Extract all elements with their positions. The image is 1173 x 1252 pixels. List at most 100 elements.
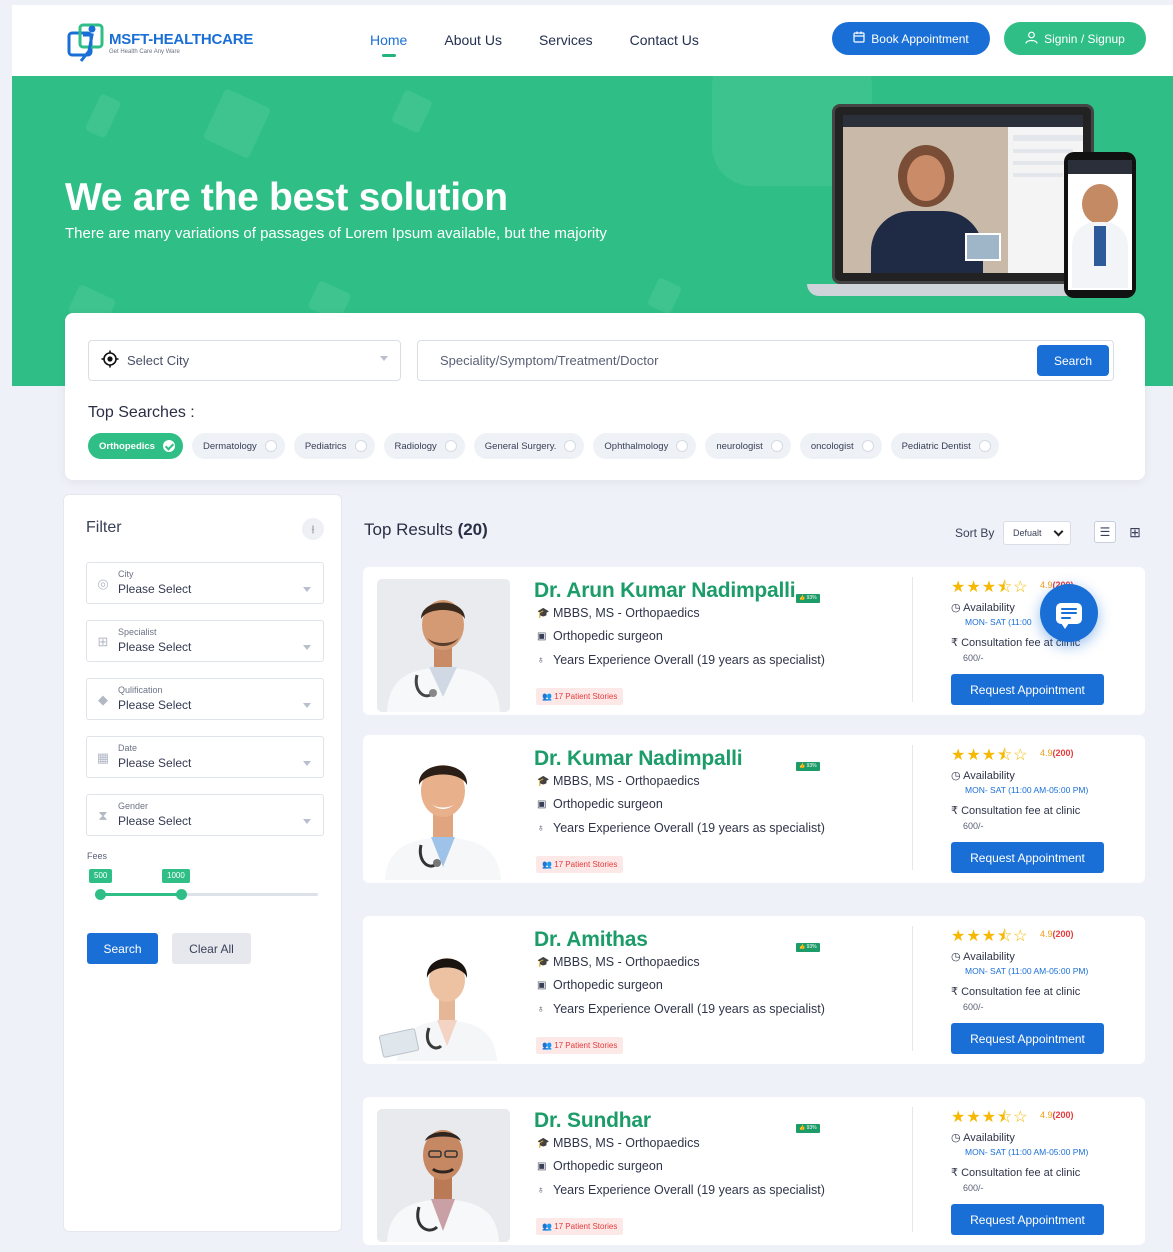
book-appointment-label: Book Appointment	[871, 31, 969, 46]
chip-label: Dermatology	[202, 440, 257, 452]
filter-sliders-icon[interactable]: ⫲	[302, 518, 324, 540]
chip-oncologist[interactable]: oncologist	[799, 433, 882, 459]
doctor-degree: MBBS, MS - Orthopaedics	[553, 774, 700, 788]
sort-by-label: Sort By	[955, 526, 995, 540]
consultation-fee-value: 600/-	[963, 821, 984, 831]
filter-title: Filter	[86, 519, 122, 536]
graduation-cap-icon: 🎓	[537, 956, 550, 968]
rupee-icon: ₹	[951, 637, 958, 649]
city-select[interactable]: Select City	[88, 340, 401, 381]
filter-field-value: Please Select	[118, 698, 192, 712]
availability-text: Availability	[963, 951, 1015, 963]
doctor-name[interactable]: Dr. Arun Kumar Nadimpalli	[534, 579, 796, 603]
speciality-search-input[interactable]	[418, 341, 1018, 380]
filter-field-value: Please Select	[118, 756, 192, 770]
filter-city-select[interactable]: ◎ City Please Select	[86, 562, 324, 604]
laptop-base	[807, 284, 1107, 296]
request-appointment-button[interactable]: Request Appointment	[951, 674, 1104, 705]
hourglass-icon: ⧗	[98, 808, 108, 823]
doctor-photo[interactable]	[377, 928, 510, 1061]
nav-about-us[interactable]: About Us	[444, 32, 502, 48]
chip-pediatrics[interactable]: Pediatrics	[293, 433, 375, 459]
consultation-fee-label: ₹ Consultation fee at clinic	[951, 985, 1080, 998]
doctor-degree-row: 🎓 MBBS, MS - Orthopaedics	[537, 606, 700, 620]
book-appointment-button[interactable]: Book Appointment	[832, 22, 990, 55]
patient-stories-badge[interactable]: 👥 17 Patient Stories	[536, 688, 624, 705]
top-searches-label: Top Searches :	[88, 404, 195, 421]
doctor-degree: MBBS, MS - Orthopaedics	[553, 1136, 700, 1150]
chip-neurologist[interactable]: neurologist	[705, 433, 791, 459]
chip-dermatology[interactable]: Dermatology	[191, 433, 285, 459]
rating-value: 4.9	[1040, 1110, 1053, 1120]
reviews-count: (200)	[1052, 748, 1074, 758]
briefcase-icon: ▣	[537, 630, 547, 642]
doctor-photo[interactable]	[377, 747, 510, 880]
filter-search-button[interactable]: Search	[87, 933, 158, 964]
patient-stories-badge[interactable]: 👥 17 Patient Stories	[536, 1218, 624, 1235]
star-rating-icon: ★★★⯪☆	[951, 579, 1029, 596]
nav-contact-us[interactable]: Contact Us	[630, 32, 699, 48]
filter-specialist-select[interactable]: ⊞ Specialist Please Select	[86, 620, 324, 662]
fees-label: Fees	[87, 851, 108, 861]
doctor-name[interactable]: Dr. Amithas	[534, 928, 648, 952]
availability-label: ◷ Availability	[951, 950, 1015, 963]
patient-stories-badge[interactable]: 👥 17 Patient Stories	[536, 856, 624, 873]
results-title-text: Top Results	[364, 520, 453, 539]
chat-button[interactable]	[1040, 584, 1098, 642]
doctor-photo[interactable]	[377, 579, 510, 712]
patient-stories-badge[interactable]: 👥 17 Patient Stories	[536, 1037, 624, 1054]
search-button[interactable]: Search	[1037, 345, 1109, 376]
doctor-name[interactable]: Dr. Sundhar	[534, 1109, 651, 1133]
nav-services[interactable]: Services	[539, 32, 593, 48]
availability-label: ◷ Availability	[951, 769, 1015, 782]
badge-value: 93%	[806, 1125, 817, 1131]
signin-signup-button[interactable]: Signin / Signup	[1004, 22, 1146, 55]
nav-home[interactable]: Home	[370, 32, 407, 57]
calendar-icon	[853, 31, 865, 46]
request-appointment-button[interactable]: Request Appointment	[951, 1023, 1104, 1054]
filter-qualification-select[interactable]: ◆ Qulification Please Select	[86, 678, 324, 720]
chip-pediatric-dentist[interactable]: Pediatric Dentist	[890, 433, 999, 459]
logo-mark-icon	[67, 21, 107, 65]
laptop-illustration	[832, 104, 1094, 284]
rating-text: 4.9(200)	[1040, 1110, 1074, 1120]
request-appointment-button[interactable]: Request Appointment	[951, 842, 1104, 873]
chip-radiology[interactable]: Radiology	[383, 433, 465, 459]
clear-all-button[interactable]: Clear All	[172, 933, 251, 964]
consultation-fee-text: Consultation fee at clinic	[961, 1167, 1081, 1179]
consultation-fee-text: Consultation fee at clinic	[961, 986, 1081, 998]
availability-label: ◷ Availability	[951, 1131, 1015, 1144]
doctor-photo[interactable]	[377, 1109, 510, 1242]
chip-ophthalmology[interactable]: Ophthalmology	[593, 433, 697, 459]
fees-min-handle[interactable]	[95, 889, 106, 900]
user-icon	[1025, 31, 1038, 47]
city-select-placeholder: Select City	[127, 353, 190, 368]
doctor-name[interactable]: Dr. Kumar Nadimpalli	[534, 747, 743, 771]
doctor-experience-row: ♁ Years Experience Overall (19 years as s…	[537, 1002, 825, 1016]
results-title: Top Results (20)	[364, 520, 488, 540]
brand-logo[interactable]: MSFT-HEALTHCARE Get Health Care Any Ware	[67, 21, 253, 65]
grid-view-icon[interactable]: ⊞	[1124, 521, 1146, 543]
doctor-degree-row: 🎓 MBBS, MS - Orthopaedics	[537, 955, 700, 969]
chip-label: Ophthalmology	[604, 440, 669, 452]
signin-signup-label: Signin / Signup	[1044, 31, 1125, 46]
card-divider	[912, 577, 913, 702]
filter-field-label: Qulification	[118, 685, 163, 695]
doctor-degree: MBBS, MS - Orthopaedics	[553, 606, 700, 620]
chip-orthopedics[interactable]: Orthopedics	[88, 433, 183, 459]
hero-title: We are the best solution	[65, 176, 508, 219]
doctor-experience-row: ♁ Years Experience Overall (19 years as s…	[537, 653, 825, 667]
card-divider	[912, 745, 913, 870]
thumbs-up-percentage-badge: 👍 93%	[796, 1124, 820, 1133]
chip-general-surgery[interactable]: General Surgery.	[473, 433, 585, 459]
request-appointment-button[interactable]: Request Appointment	[951, 1204, 1104, 1235]
fees-range-fill	[100, 893, 181, 896]
filter-date-select[interactable]: ▦ Date Please Select	[86, 736, 324, 778]
fees-max-handle[interactable]	[176, 889, 187, 900]
filter-gender-select[interactable]: ⧗ Gender Please Select	[86, 794, 324, 836]
speciality-search-box: Search	[417, 340, 1114, 381]
list-view-icon[interactable]: ☰	[1094, 521, 1116, 543]
briefcase-icon: ▣	[537, 979, 547, 991]
badge-value: 93%	[806, 595, 817, 601]
sort-select[interactable]: Defualt	[1003, 521, 1071, 545]
